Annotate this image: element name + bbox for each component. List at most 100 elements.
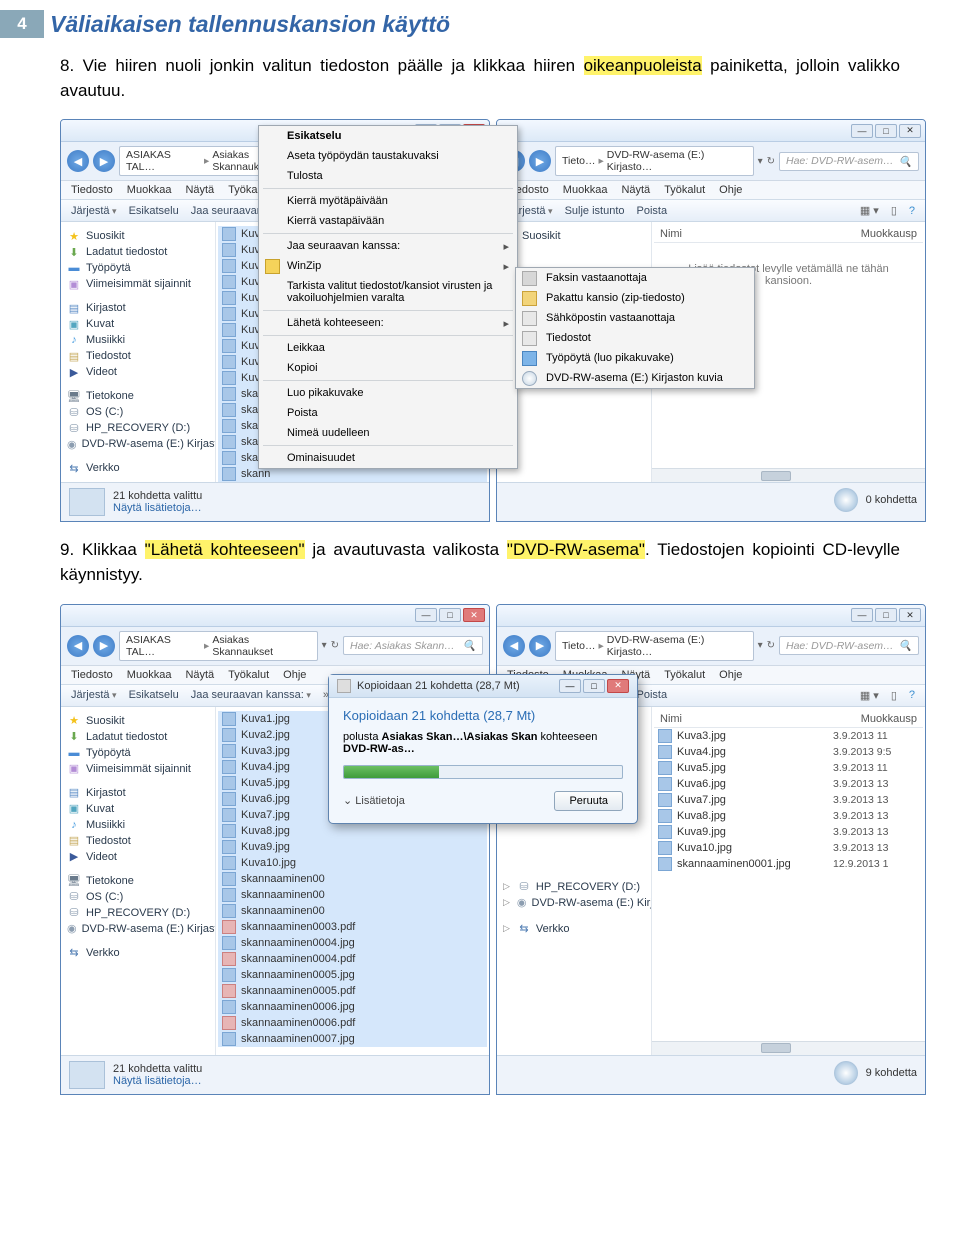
back-button[interactable]: ◀ xyxy=(503,635,525,657)
file-row[interactable]: skannaaminen0006.pdf xyxy=(218,1015,487,1031)
ctx-copy[interactable]: Kopioi xyxy=(259,358,517,378)
scrollbar-thumb[interactable] xyxy=(761,1043,791,1053)
forward-button[interactable]: ▶ xyxy=(93,635,115,657)
preview-pane-icon[interactable]: ▯ xyxy=(891,204,897,217)
toolbar-delete[interactable]: Poista xyxy=(637,205,668,217)
file-row[interactable]: Kuva5.jpg3.9.2013 11 xyxy=(654,760,923,776)
ctx-properties[interactable]: Ominaisuudet xyxy=(259,448,517,468)
file-row[interactable]: skannaaminen00 xyxy=(218,871,487,887)
back-button[interactable]: ◀ xyxy=(67,635,89,657)
ctx-print[interactable]: Tulosta xyxy=(259,166,517,186)
close-button[interactable]: ✕ xyxy=(899,608,921,622)
sidebar-videos[interactable]: ▶Videot xyxy=(65,364,211,380)
file-row[interactable]: skannaaminen0004.jpg xyxy=(218,935,487,951)
sendto-zip[interactable]: Pakattu kansio (zip-tiedosto) xyxy=(516,288,754,308)
sidebar-computer[interactable]: 🖥Tietokone xyxy=(65,388,211,404)
file-row[interactable]: skannaaminen00 xyxy=(218,903,487,919)
sidebar-downloads[interactable]: ⬇Ladatut tiedostot xyxy=(65,244,211,260)
minimize-button[interactable]: — xyxy=(559,679,581,693)
forward-button[interactable]: ▶ xyxy=(529,635,551,657)
file-row[interactable]: Kuva9.jpg3.9.2013 13 xyxy=(654,824,923,840)
sidebar-pictures[interactable]: ▣Kuvat xyxy=(65,316,211,332)
refresh-icon[interactable]: ↻ xyxy=(331,640,339,651)
file-row[interactable]: Kuva7.jpg3.9.2013 13 xyxy=(654,792,923,808)
file-row[interactable]: Kuva8.jpg3.9.2013 13 xyxy=(654,808,923,824)
file-row[interactable]: Kuva10.jpg xyxy=(218,855,487,871)
sidebar-libraries[interactable]: ▤Kirjastot xyxy=(65,300,211,316)
maximize-button[interactable]: □ xyxy=(875,124,897,138)
file-row[interactable]: Kuva3.jpg3.9.2013 11 xyxy=(654,728,923,744)
preview-pane-icon[interactable]: ▯ xyxy=(891,689,897,702)
file-row[interactable]: skannaaminen0005.jpg xyxy=(218,967,487,983)
more-details-toggle[interactable]: ⌄ Lisätietoja xyxy=(343,794,405,807)
expand-icon[interactable]: ▷ xyxy=(503,897,510,908)
help-icon[interactable]: ? xyxy=(909,205,915,217)
ctx-viruscheck[interactable]: Tarkista valitut tiedostot/kansiot virus… xyxy=(259,276,517,308)
file-row[interactable]: skannaaminen0005.pdf xyxy=(218,983,487,999)
ctx-rename[interactable]: Nimeä uudelleen xyxy=(259,423,517,443)
file-row[interactable]: skannaaminen00 xyxy=(218,887,487,903)
ctx-share-with[interactable]: Jaa seuraavan kanssa: xyxy=(259,236,517,256)
ctx-send-to[interactable]: Lähetä kohteeseen: xyxy=(259,313,517,333)
file-row[interactable]: skannaaminen0006.jpg xyxy=(218,999,487,1015)
sidebar-dvd-drive[interactable]: ◉DVD-RW-asema (E:) Kirjaston kuv xyxy=(65,436,211,452)
search-input[interactable]: Hae: DVD-RW-asem…🔍 xyxy=(779,636,919,655)
menu-file[interactable]: Tiedosto xyxy=(71,184,113,196)
file-row[interactable]: skannaaminen0001.jpg12.9.2013 1 xyxy=(654,856,923,872)
breadcrumb[interactable]: Tieto…▸DVD-RW-asema (E:) Kirjasto… xyxy=(555,631,754,661)
minimize-button[interactable]: — xyxy=(851,608,873,622)
ctx-rotate-ccw[interactable]: Kierrä vastapäivään xyxy=(259,211,517,231)
file-row[interactable]: skannaaminen0003.pdf xyxy=(218,919,487,935)
maximize-button[interactable]: □ xyxy=(583,679,605,693)
sidebar-documents[interactable]: ▤Tiedostot xyxy=(65,348,211,364)
sidebar-desktop[interactable]: ▬Työpöytä xyxy=(65,260,211,276)
search-input[interactable]: Hae: Asiakas Skann…🔍 xyxy=(343,636,483,655)
file-row[interactable]: Kuva10.jpg3.9.2013 13 xyxy=(654,840,923,856)
view-icon[interactable]: ▦ ▾ xyxy=(860,689,879,702)
ctx-preview[interactable]: Esikatselu xyxy=(259,126,517,146)
forward-button[interactable]: ▶ xyxy=(93,150,115,172)
refresh-icon[interactable]: ↻ xyxy=(767,156,775,167)
toolbar-close-session[interactable]: Sulje istunto xyxy=(565,205,625,217)
cancel-button[interactable]: Peruuta xyxy=(554,791,623,811)
sendto-dvd[interactable]: DVD-RW-asema (E:) Kirjaston kuvia xyxy=(516,368,754,388)
refresh-icon[interactable]: ↻ xyxy=(767,640,775,651)
show-details-link[interactable]: Näytä lisätietoja… xyxy=(113,1075,202,1087)
expand-icon[interactable]: ▷ xyxy=(503,923,510,934)
breadcrumb[interactable]: Tieto…▸ DVD-RW-asema (E:) Kirjasto… xyxy=(555,146,754,176)
view-icon[interactable]: ▦ ▾ xyxy=(860,204,879,217)
menu-edit[interactable]: Muokkaa xyxy=(127,184,172,196)
minimize-button[interactable]: — xyxy=(415,608,437,622)
ctx-cut[interactable]: Leikkaa xyxy=(259,338,517,358)
sendto-documents[interactable]: Tiedostot xyxy=(516,328,754,348)
sendto-fax[interactable]: Faksin vastaanottaja xyxy=(516,268,754,288)
toolbar-preview[interactable]: Esikatselu xyxy=(129,205,179,217)
search-input[interactable]: Hae: DVD-RW-asem…🔍 xyxy=(779,152,919,171)
ctx-winzip[interactable]: WinZip xyxy=(259,256,517,276)
expand-icon[interactable]: ▷ xyxy=(503,881,510,892)
sidebar-music[interactable]: ♪Musiikki xyxy=(65,332,211,348)
maximize-button[interactable]: □ xyxy=(439,608,461,622)
file-row[interactable]: Kuva6.jpg3.9.2013 13 xyxy=(654,776,923,792)
close-button[interactable]: ✕ xyxy=(607,679,629,693)
file-row[interactable]: skannaaminen0004.pdf xyxy=(218,951,487,967)
file-row[interactable]: skannaaminen0007.jpg xyxy=(218,1031,487,1047)
ctx-wallpaper[interactable]: Aseta työpöydän taustakuvaksi xyxy=(259,146,517,166)
sidebar-favorites[interactable]: ★Suosikit xyxy=(65,228,211,244)
minimize-button[interactable]: — xyxy=(851,124,873,138)
toolbar-sort[interactable]: Järjestä xyxy=(71,205,117,217)
file-row[interactable]: Kuva8.jpg xyxy=(218,823,487,839)
sendto-mail[interactable]: Sähköpostin vastaanottaja xyxy=(516,308,754,328)
scrollbar-thumb[interactable] xyxy=(761,471,791,481)
breadcrumb[interactable]: ASIAKAS TAL…▸Asiakas Skannaukset xyxy=(119,631,318,661)
ctx-rotate-cw[interactable]: Kierrä myötäpäivään xyxy=(259,191,517,211)
close-button[interactable]: ✕ xyxy=(899,124,921,138)
sidebar-c-drive[interactable]: ⛁OS (C:) xyxy=(65,404,211,420)
sidebar-d-drive[interactable]: ⛁HP_RECOVERY (D:) xyxy=(65,420,211,436)
maximize-button[interactable]: □ xyxy=(875,608,897,622)
ctx-delete[interactable]: Poista xyxy=(259,403,517,423)
sidebar-favorites[interactable]: ★Suosikit xyxy=(501,228,647,244)
ctx-shortcut[interactable]: Luo pikakuvake xyxy=(259,383,517,403)
help-icon[interactable]: ? xyxy=(909,689,915,701)
file-row[interactable]: Kuva9.jpg xyxy=(218,839,487,855)
